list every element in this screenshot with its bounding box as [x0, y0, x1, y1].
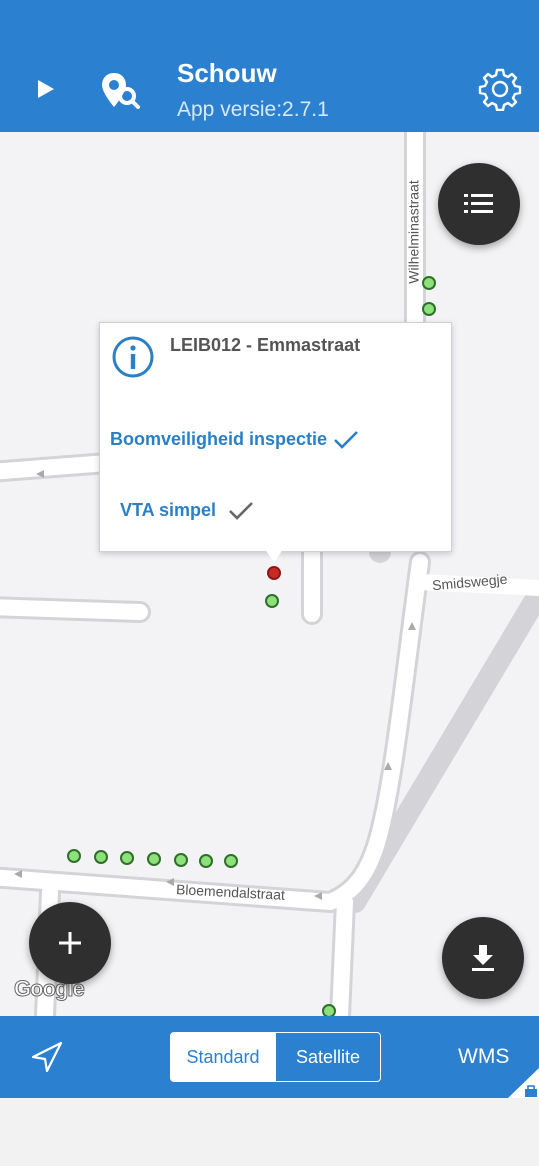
map-type-toggle[interactable]: Standard Satellite	[170, 1032, 381, 1082]
location-search-icon[interactable]	[100, 70, 142, 112]
inspection-link-vta[interactable]: VTA simpel	[120, 500, 254, 521]
marker-info-popup[interactable]: LEIB012 - Emmastraat Boomveiligheid insp…	[99, 322, 452, 552]
plus-icon	[59, 932, 81, 954]
popup-pointer	[265, 549, 283, 563]
popup-title: LEIB012 - Emmastraat	[170, 335, 361, 355]
navigation-arrow-icon[interactable]	[30, 1040, 64, 1074]
map-marker[interactable]	[94, 850, 108, 864]
map-marker[interactable]	[120, 851, 134, 865]
street-label-wilhelminastraat: Wilhelminastraat	[405, 180, 422, 284]
inspection-link-boomveiligheid[interactable]: Boomveiligheid inspectie	[110, 429, 359, 450]
app-version: App versie:2.7.1	[177, 98, 329, 121]
system-footer	[0, 1098, 539, 1166]
map-marker[interactable]	[422, 302, 436, 316]
map-marker[interactable]	[174, 853, 188, 867]
map-marker[interactable]	[322, 1004, 336, 1016]
map-marker[interactable]	[224, 854, 238, 868]
download-button[interactable]	[442, 917, 524, 999]
map-marker[interactable]	[422, 276, 436, 290]
play-icon[interactable]	[36, 78, 56, 100]
gear-icon[interactable]	[478, 67, 522, 111]
map-marker[interactable]	[265, 594, 279, 608]
map-marker-selected[interactable]	[267, 566, 281, 580]
app-header: Schouw App versie:2.7.1	[0, 0, 539, 132]
inspection-label: Boomveiligheid inspectie	[110, 429, 328, 449]
map-type-standard[interactable]: Standard	[171, 1033, 275, 1081]
map-marker[interactable]	[67, 849, 81, 863]
list-button[interactable]	[438, 163, 520, 245]
wms-button[interactable]: WMS	[458, 1045, 509, 1069]
app-title: Schouw	[177, 58, 277, 88]
briefcase-icon	[508, 1068, 539, 1098]
list-icon	[464, 194, 493, 213]
check-icon	[229, 501, 253, 520]
info-icon	[112, 336, 154, 378]
inspection-label: VTA simpel	[120, 500, 217, 520]
map-marker[interactable]	[199, 854, 213, 868]
add-button[interactable]	[29, 902, 111, 984]
map-type-satellite[interactable]: Satellite	[275, 1033, 380, 1081]
map-marker[interactable]	[147, 852, 161, 866]
check-icon	[334, 430, 358, 449]
download-icon	[472, 945, 494, 971]
map-view[interactable]: Wilhelminastraat Smidswegje Bloemendalst…	[0, 132, 539, 1016]
